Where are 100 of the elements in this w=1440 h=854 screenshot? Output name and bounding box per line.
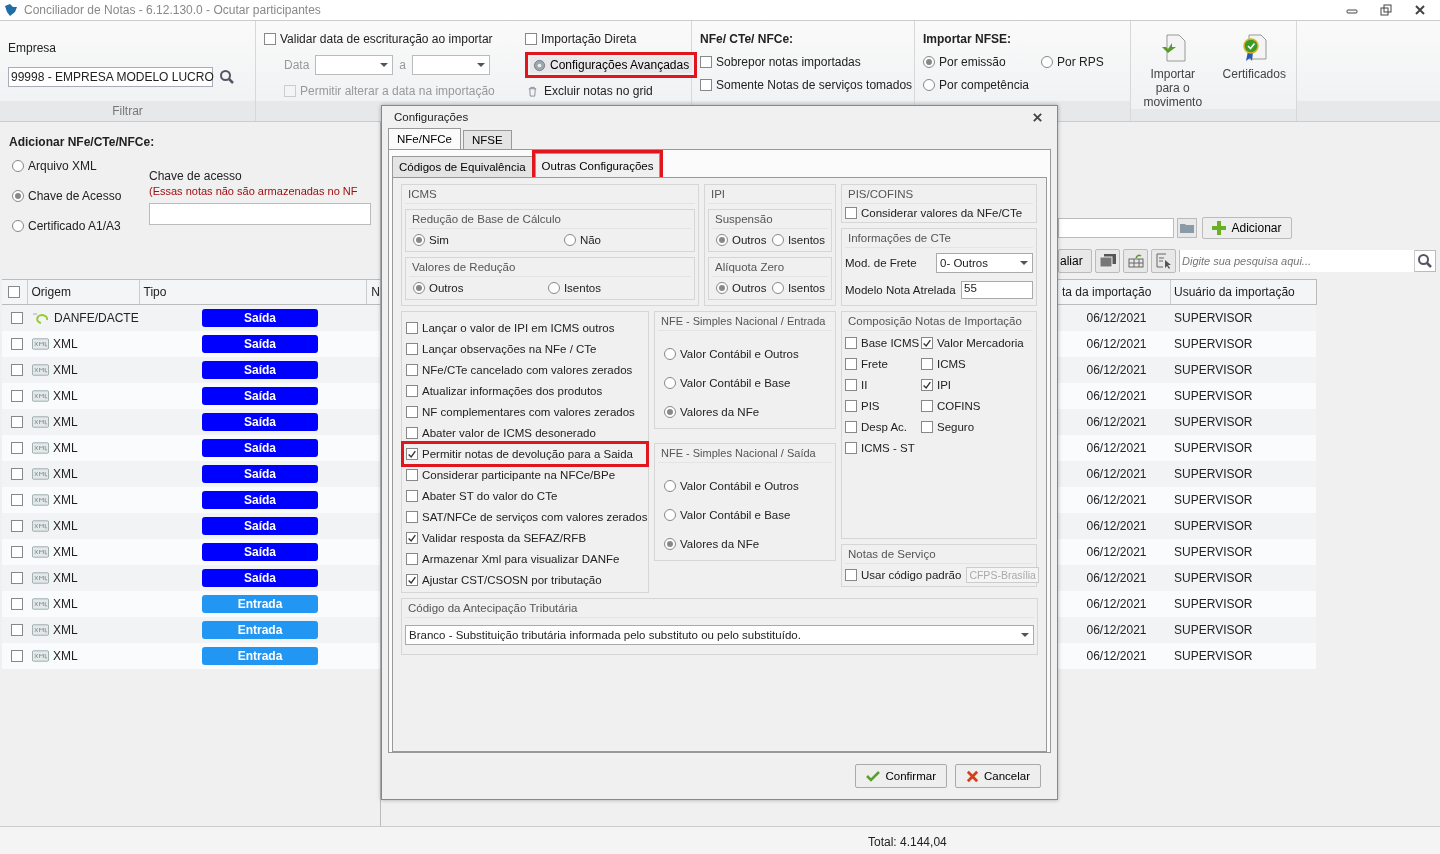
select-button[interactable] [1151,249,1176,273]
search-field[interactable]: Digite sua pesquisa aqui... [1179,250,1436,272]
checkbox[interactable] [406,448,418,460]
checkbox[interactable] [700,56,712,68]
checkbox[interactable] [406,532,418,544]
file-path-field[interactable] [1058,218,1174,238]
checkbox[interactable] [11,572,23,584]
tab[interactable]: NFSE [462,130,512,149]
table-cell: 06/12/2021 [1086,519,1147,533]
radio-button[interactable] [12,160,24,172]
checkbox[interactable] [921,337,933,349]
checkbox[interactable] [11,312,23,324]
xml-file-icon [32,364,49,376]
checkbox[interactable] [406,469,418,481]
column-header[interactable]: Tipo [139,280,368,304]
checkbox[interactable] [406,574,418,586]
radio-button[interactable] [547,282,560,294]
checkbox[interactable] [921,379,933,391]
radio-button[interactable] [413,282,425,294]
checkbox[interactable] [845,400,857,412]
column-header[interactable]: Origem [27,280,140,304]
checkbox[interactable] [406,427,418,439]
radio-button[interactable] [12,220,24,232]
checkbox[interactable] [406,490,418,502]
checkbox[interactable] [11,494,23,506]
add-button[interactable]: Adicionar [1202,217,1292,239]
checkbox[interactable] [11,416,23,428]
checkbox[interactable] [845,442,857,454]
checkbox[interactable] [921,358,933,370]
checkbox[interactable] [406,322,418,334]
checkbox[interactable] [406,406,418,418]
checkbox[interactable] [700,79,712,91]
tab[interactable]: NFe/NFCe [388,128,461,149]
close-icon[interactable] [1414,4,1426,16]
delete-notes-link[interactable]: Excluir notas no grid [525,84,695,98]
close-icon[interactable] [1032,111,1043,123]
empresa-combo[interactable]: 99998 - EMPRESA MODELO LUCRO [8,67,213,87]
checkbox[interactable] [845,569,857,581]
toolbar-button[interactable]: aliar [1058,249,1092,273]
cancel-button[interactable]: Cancelar [954,764,1041,788]
checkbox[interactable] [11,468,23,480]
radio-button[interactable] [664,480,676,492]
checkbox[interactable] [406,553,418,565]
browse-button[interactable] [1177,218,1197,238]
radio-button[interactable] [664,538,676,550]
radio-button[interactable] [563,234,576,246]
model-field[interactable]: 55 [961,281,1033,299]
checkbox[interactable] [11,624,23,636]
import-button[interactable]: Importar para o movimento [1139,33,1207,109]
radio-button[interactable] [664,377,676,389]
tax-code-select[interactable]: Branco - Substituição tributária informada pelo substituto ou pelo substituído. [405,625,1034,645]
radio-button[interactable] [923,79,935,91]
radio-button[interactable] [12,190,24,202]
radio-button[interactable] [716,282,728,294]
certificates-button[interactable]: Certificados [1220,33,1288,109]
checkbox[interactable] [921,400,933,412]
access-key-field[interactable] [149,203,371,225]
search-icon[interactable] [219,69,235,85]
radio-button[interactable] [413,234,425,246]
checkbox[interactable] [11,520,23,532]
radio-button[interactable] [1041,56,1053,68]
column-header[interactable]: N [367,280,380,304]
checkbox[interactable] [11,598,23,610]
radio-button[interactable] [664,509,676,521]
radio-button[interactable] [664,406,676,418]
restore-icon[interactable] [1380,4,1392,16]
radio-button[interactable] [664,348,676,360]
search-icon[interactable] [1417,253,1433,269]
advanced-settings-button[interactable]: Configurações Avançadas [525,52,698,78]
tab[interactable]: Códigos de Equivalência [392,156,533,177]
checkbox[interactable] [264,33,276,45]
table-button[interactable] [1123,249,1148,273]
checkbox[interactable] [845,358,857,370]
checkbox[interactable] [11,546,23,558]
checkbox[interactable] [525,33,537,45]
type-badge: Entrada [202,595,318,613]
checkbox[interactable] [845,421,857,433]
radio-button[interactable] [771,282,784,294]
confirm-button[interactable]: Confirmar [855,764,947,788]
checkbox[interactable] [406,385,418,397]
column-header[interactable]: Usuário da importação [1171,280,1316,304]
checkbox[interactable] [8,286,21,298]
checkbox[interactable] [11,442,23,454]
checkbox[interactable] [845,379,857,391]
checkbox[interactable] [11,364,23,376]
copy-button[interactable] [1095,249,1120,273]
checkbox[interactable] [406,364,418,376]
checkbox[interactable] [406,343,418,355]
checkbox[interactable] [11,650,23,662]
radio-button[interactable] [923,56,935,68]
checkbox[interactable] [406,511,418,523]
checkbox[interactable] [11,338,23,350]
checkbox[interactable] [845,207,857,219]
checkbox[interactable] [11,390,23,402]
checkbox[interactable] [921,421,933,433]
freight-select[interactable]: 0- Outros [936,253,1033,273]
radio-button[interactable] [771,234,784,246]
radio-button[interactable] [716,234,728,246]
checkbox[interactable] [845,337,857,349]
tab[interactable]: Outras Configurações [534,153,661,177]
